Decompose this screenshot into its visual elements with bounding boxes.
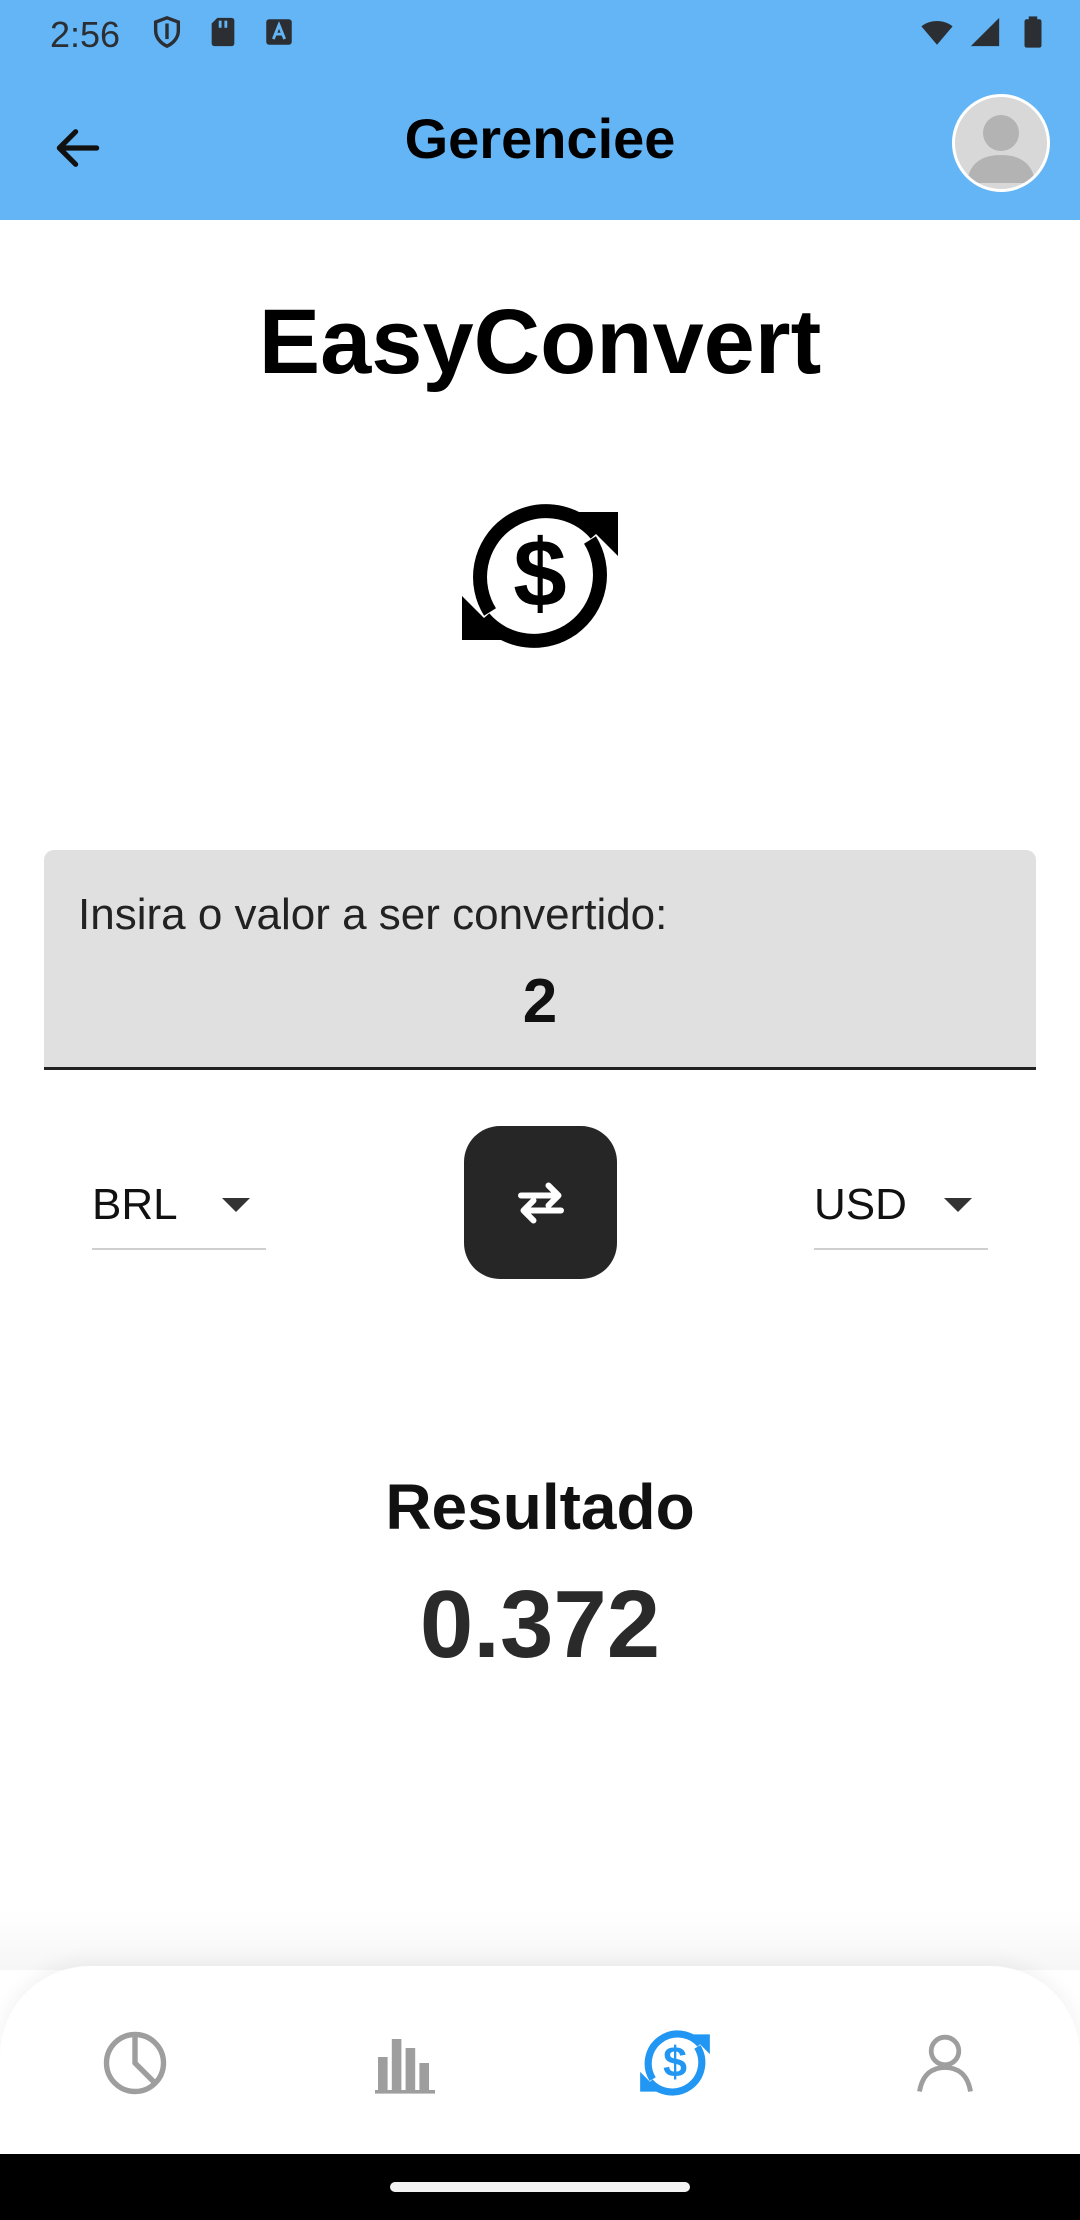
person-icon — [917, 2034, 973, 2092]
avatar-placeholder-icon — [967, 115, 1035, 183]
svg-text:$: $ — [663, 2038, 687, 2086]
result-label: Resultado — [385, 1471, 695, 1543]
currency-to-value: USD — [814, 1180, 907, 1229]
battery-icon — [1024, 16, 1042, 48]
status-bar: 2:56 — [0, 0, 1080, 66]
status-icons-left — [150, 15, 296, 49]
caret-down-icon — [944, 1198, 972, 1212]
shield-icon — [153, 16, 181, 49]
status-icons-right — [920, 15, 1050, 49]
currency-exchange-icon: $ — [462, 504, 618, 648]
nav-item-profile[interactable] — [900, 2018, 990, 2108]
result-value: 0.372 — [419, 1571, 661, 1678]
app-title: Gerenciee — [404, 107, 676, 170]
signal-icon — [970, 17, 1000, 47]
currency-exchange-icon: $ — [640, 2030, 710, 2096]
font-a-icon — [266, 19, 292, 45]
caret-down-icon — [222, 1198, 250, 1212]
avatar[interactable] — [952, 94, 1050, 192]
system-navigation-bar — [0, 2154, 1080, 2220]
amount-field-label: Insira o valor a ser convertido: — [78, 890, 668, 939]
page-title: EasyConvert — [258, 291, 822, 393]
svg-text:$: $ — [513, 520, 566, 627]
home-gesture-handle[interactable] — [390, 2182, 690, 2192]
pie-chart-icon — [103, 2031, 167, 2095]
swap-horizontal-icon — [517, 1182, 564, 1223]
amount-field-value[interactable]: 2 — [44, 966, 1036, 1037]
sd-card-icon — [211, 17, 235, 47]
bottom-fade — [0, 1910, 1080, 1970]
currency-from-value: BRL — [92, 1180, 178, 1229]
currency-to-dropdown[interactable]: USD — [814, 1170, 988, 1250]
nav-item-currency-exchange[interactable]: $ — [630, 2018, 720, 2108]
currency-from-dropdown[interactable]: BRL — [92, 1170, 266, 1250]
wifi-icon — [921, 21, 953, 45]
status-time: 2:56 — [50, 14, 121, 55]
nav-item-bar-chart[interactable] — [360, 2018, 450, 2108]
swap-currencies-button[interactable] — [464, 1126, 617, 1279]
amount-field[interactable]: Insira o valor a ser convertido: 2 — [44, 850, 1036, 1070]
bar-chart-icon — [375, 2039, 435, 2094]
bottom-navigation: $ — [0, 1966, 1080, 2154]
app-bar: Gerenciee — [0, 66, 1080, 220]
nav-item-pie-chart[interactable] — [90, 2018, 180, 2108]
